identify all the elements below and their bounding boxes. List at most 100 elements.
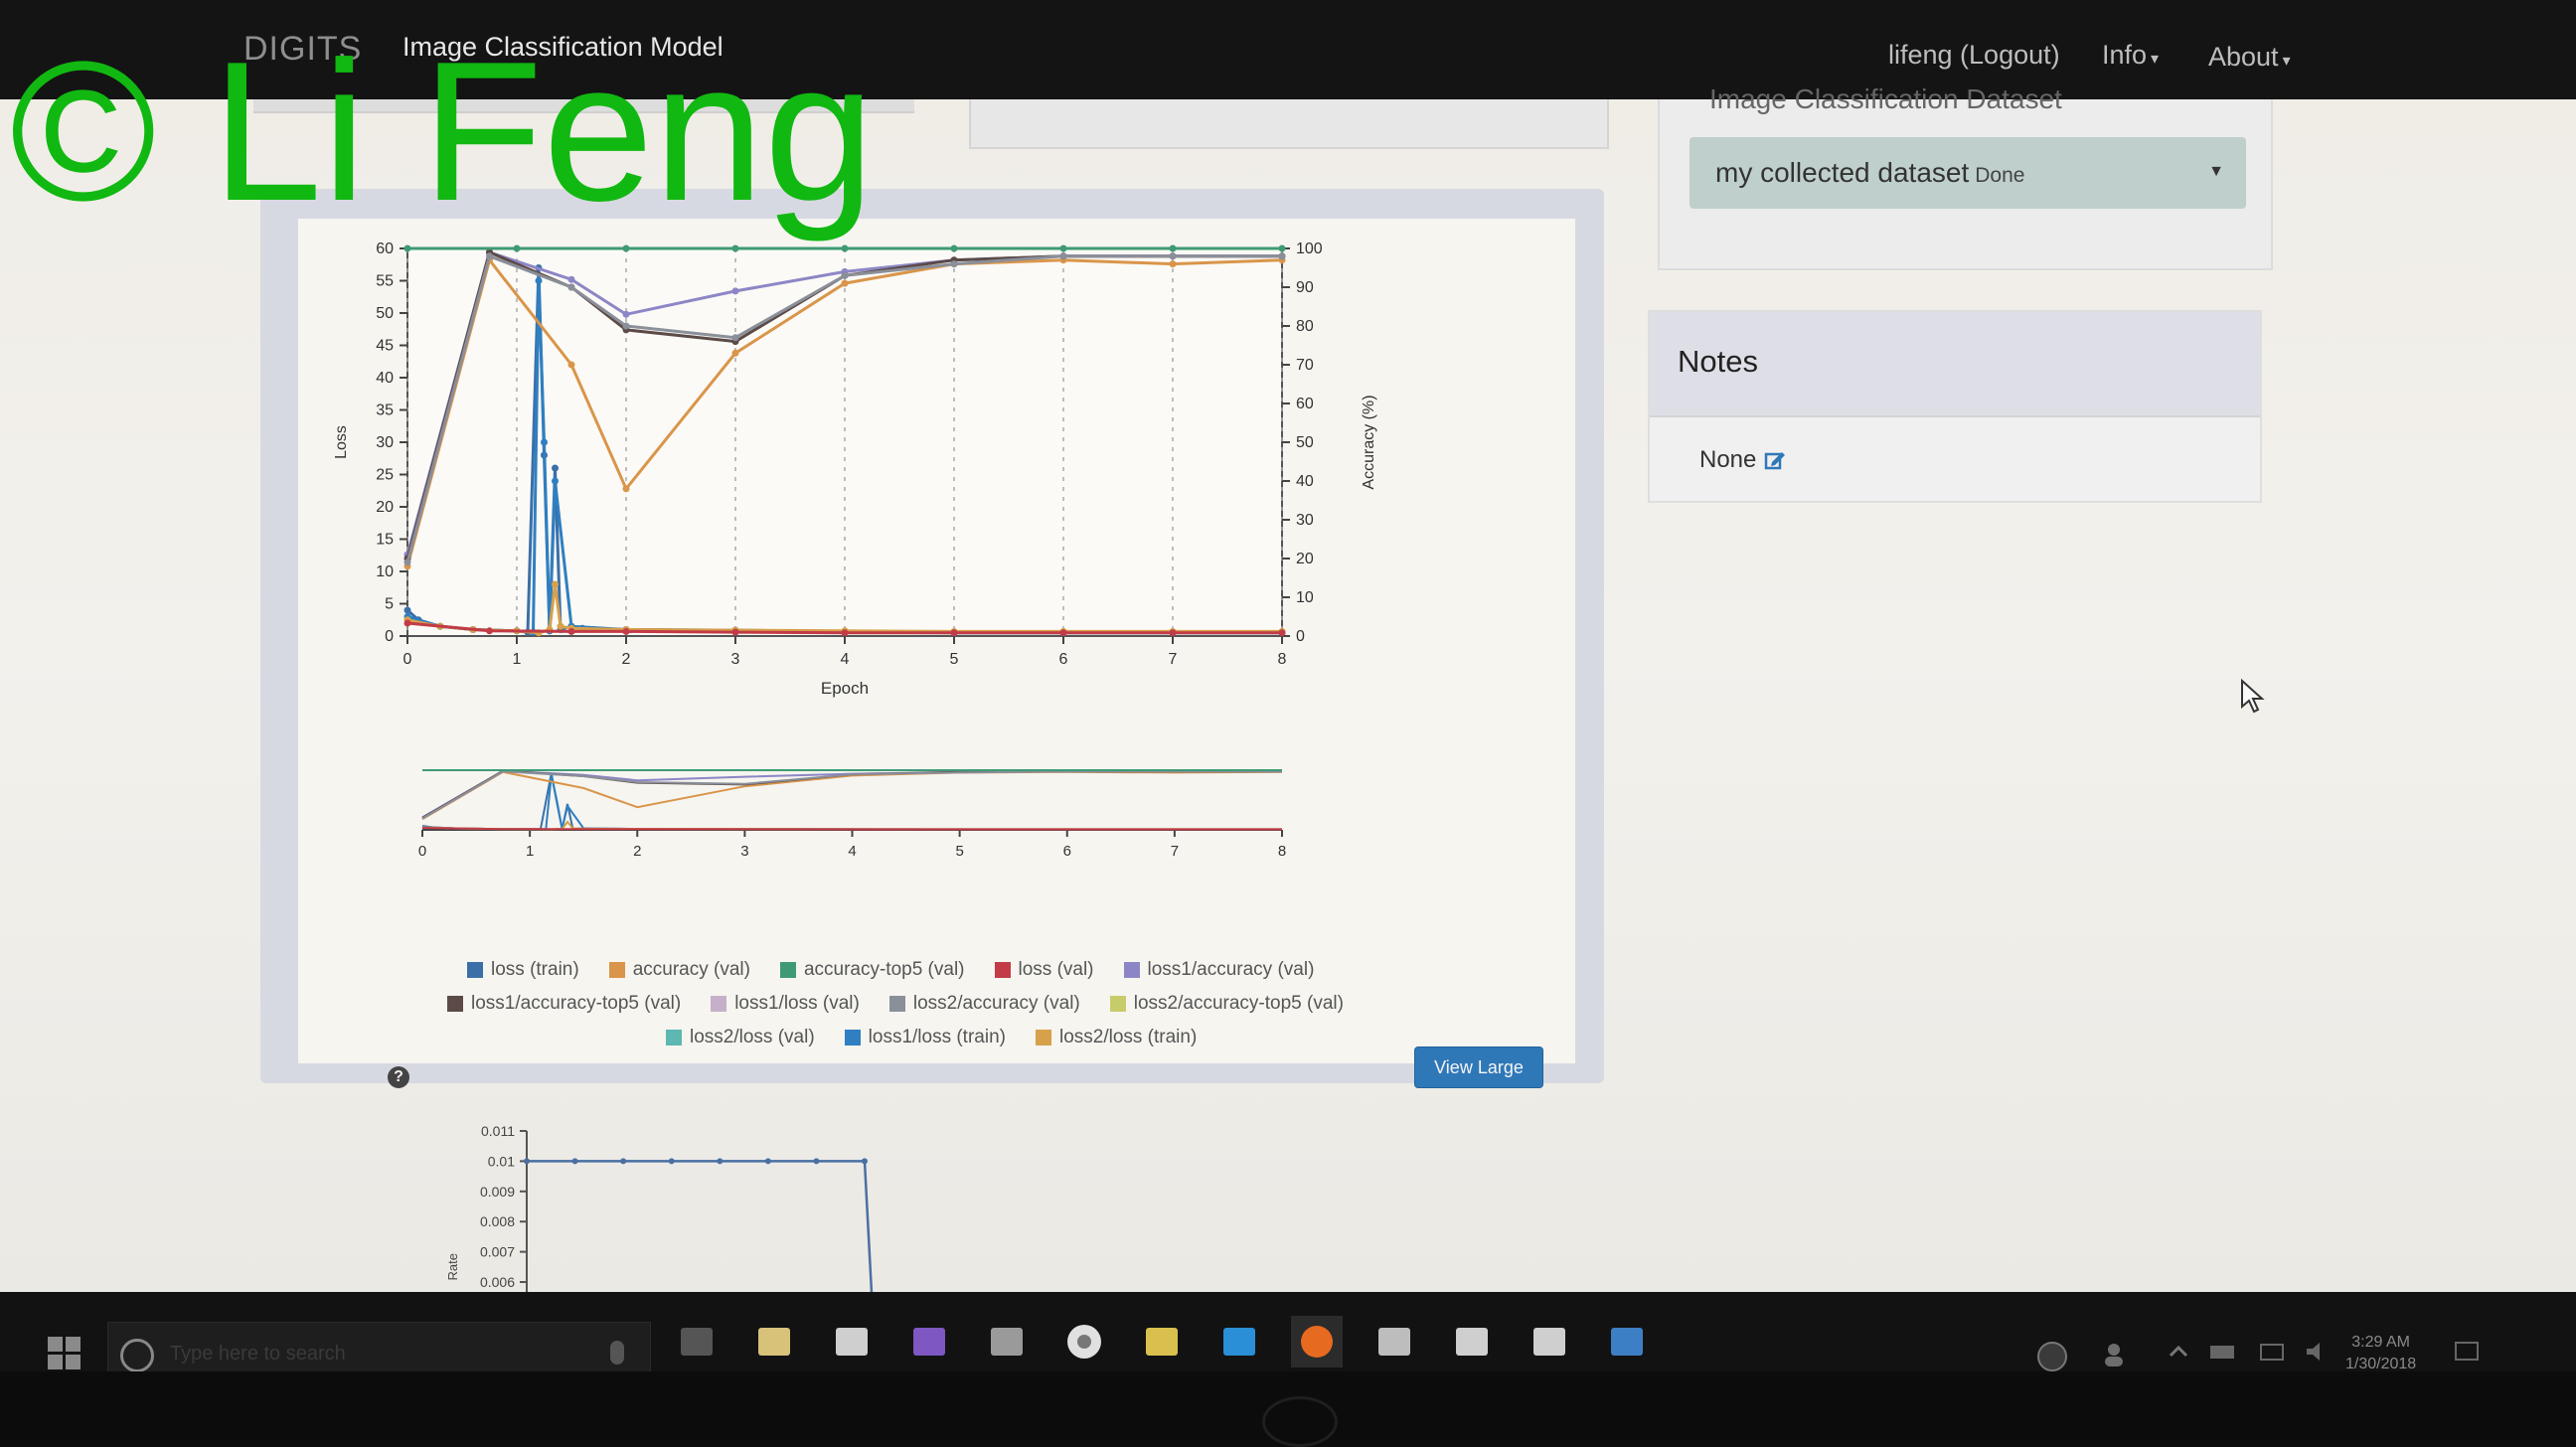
photo-app-icon[interactable] bbox=[1368, 1316, 1420, 1367]
overview-tick-label: 3 bbox=[740, 843, 748, 860]
dataset-panel: Image Classification Dataset my collecte… bbox=[1658, 83, 2273, 270]
y-axis-label: Loss bbox=[333, 425, 350, 459]
legend-item[interactable]: accuracy (val) bbox=[608, 959, 750, 981]
legend-item[interactable]: loss1/loss (val) bbox=[711, 993, 860, 1015]
notes-title: Notes bbox=[1678, 344, 1758, 379]
legend-swatch bbox=[711, 996, 727, 1012]
document-app-icon[interactable] bbox=[1446, 1316, 1498, 1367]
battery-icon[interactable] bbox=[2208, 1340, 2238, 1368]
y-tick-label: 50 bbox=[376, 305, 394, 322]
legend-swatch bbox=[666, 1030, 682, 1045]
data-point bbox=[1278, 244, 1286, 252]
lr-y-tick-label: 0.008 bbox=[480, 1213, 515, 1229]
x-axis-label: Epoch bbox=[821, 679, 869, 698]
overview-tick-label: 8 bbox=[1278, 843, 1286, 860]
legend-swatch bbox=[1123, 962, 1140, 978]
y-tick-label: 40 bbox=[376, 370, 394, 387]
legend-item[interactable]: loss1/loss (train) bbox=[844, 1027, 1006, 1048]
legend-label: loss1/loss (val) bbox=[734, 993, 860, 1014]
mouse-cursor-icon bbox=[2241, 679, 2265, 714]
notes-panel: Notes None bbox=[1648, 310, 2262, 503]
y2-tick-label: 80 bbox=[1296, 318, 1314, 335]
logout-link[interactable]: lifeng (Logout) bbox=[1888, 40, 2060, 71]
dataset-select[interactable]: my collected dataset Done ▼ bbox=[1690, 137, 2246, 209]
x-tick-label: 2 bbox=[622, 651, 631, 668]
data-point bbox=[731, 349, 739, 357]
data-point bbox=[622, 485, 630, 493]
y2-tick-label: 10 bbox=[1296, 589, 1314, 606]
legend-item[interactable]: loss (train) bbox=[467, 959, 579, 981]
data-point bbox=[731, 287, 739, 295]
data-point bbox=[1278, 252, 1286, 260]
puzzle-app-icon[interactable] bbox=[1136, 1316, 1188, 1367]
action-center-icon[interactable] bbox=[2453, 1340, 2483, 1372]
data-point bbox=[552, 580, 559, 588]
legend-item[interactable]: loss1/accuracy-top5 (val) bbox=[447, 993, 681, 1015]
pdf-app-icon[interactable] bbox=[1524, 1316, 1575, 1367]
data-point bbox=[1169, 252, 1177, 260]
lr-y-tick-label: 0.01 bbox=[488, 1153, 515, 1169]
visual-studio-icon[interactable] bbox=[903, 1316, 955, 1367]
people-icon[interactable] bbox=[2099, 1340, 2129, 1374]
edit-icon[interactable] bbox=[1764, 449, 1786, 471]
legend-item[interactable]: loss (val) bbox=[994, 959, 1094, 981]
y2-tick-label: 60 bbox=[1296, 396, 1314, 412]
legend-item[interactable]: loss2/loss (val) bbox=[666, 1027, 815, 1048]
legend-label: loss2/loss (train) bbox=[1058, 1027, 1198, 1047]
overview-tick-label: 4 bbox=[848, 843, 856, 860]
y2-tick-label: 40 bbox=[1296, 473, 1314, 490]
taskbar-clock[interactable]: 3:29 AM 1/30/2018 bbox=[2345, 1332, 2416, 1375]
y2-tick-label: 0 bbox=[1296, 628, 1305, 645]
chrome-icon[interactable] bbox=[1058, 1316, 1110, 1367]
help-icon[interactable]: ? bbox=[388, 1066, 409, 1088]
data-point bbox=[567, 361, 575, 369]
volume-icon[interactable] bbox=[2304, 1340, 2334, 1368]
x-tick-label: 3 bbox=[731, 651, 740, 668]
windows-start-icon[interactable] bbox=[48, 1337, 81, 1370]
dataset-selected: my collected dataset Done bbox=[1715, 157, 2024, 189]
legend-item[interactable]: loss2/accuracy-top5 (val) bbox=[1109, 993, 1344, 1015]
info-menu[interactable]: Info ▾ bbox=[2102, 40, 2159, 71]
hp-logo bbox=[1262, 1396, 1338, 1447]
caret-down-icon: ▾ bbox=[2282, 53, 2291, 70]
wifi-icon[interactable] bbox=[2258, 1340, 2288, 1368]
legend-label: accuracy (val) bbox=[632, 959, 750, 980]
overview-tick-label: 1 bbox=[526, 843, 534, 860]
overview-tick-label: 5 bbox=[955, 843, 963, 860]
task-view-icon[interactable] bbox=[671, 1316, 723, 1367]
legend-swatch bbox=[467, 962, 483, 978]
y2-tick-label: 20 bbox=[1296, 551, 1314, 567]
data-point bbox=[841, 279, 849, 287]
lr-data-point bbox=[717, 1158, 724, 1165]
y-tick-label: 30 bbox=[376, 434, 394, 451]
store-bag-icon[interactable] bbox=[826, 1316, 878, 1367]
data-point bbox=[486, 627, 493, 635]
lr-drop-line bbox=[863, 1161, 875, 1312]
data-point bbox=[1059, 629, 1067, 637]
calculator-icon[interactable] bbox=[981, 1316, 1033, 1367]
legend-swatch bbox=[1109, 996, 1126, 1012]
microphone-icon[interactable] bbox=[610, 1341, 624, 1365]
file-explorer-icon[interactable] bbox=[748, 1316, 800, 1367]
remote-app-icon[interactable] bbox=[1601, 1316, 1653, 1367]
graph-area: 0 1 2 3 4 5 6 7 8 0 5 10 15 20 25 30 35 40 45 50 55 60 0 10 20 30… bbox=[298, 219, 1575, 1063]
lr-y-axis-label: Rate bbox=[445, 1253, 460, 1280]
data-point bbox=[567, 627, 575, 635]
lr-data-point bbox=[813, 1158, 820, 1165]
about-menu[interactable]: About ▾ bbox=[2208, 42, 2291, 73]
firefox-icon[interactable] bbox=[1291, 1316, 1343, 1367]
legend-item[interactable]: loss2/accuracy (val) bbox=[888, 993, 1080, 1015]
view-large-button[interactable]: View Large bbox=[1414, 1046, 1543, 1088]
legend-item[interactable]: loss1/accuracy (val) bbox=[1123, 959, 1315, 981]
legend-label: loss1/accuracy (val) bbox=[1147, 959, 1315, 980]
overview-tick-label: 2 bbox=[633, 843, 641, 860]
legend-item[interactable]: accuracy-top5 (val) bbox=[779, 959, 965, 981]
overview-tick-label: 0 bbox=[418, 843, 426, 860]
search-placeholder: Type here to search bbox=[170, 1343, 346, 1365]
legend-swatch bbox=[844, 1030, 861, 1045]
chevron-up-icon[interactable] bbox=[2167, 1340, 2190, 1368]
legend-item[interactable]: loss2/loss (train) bbox=[1035, 1027, 1198, 1048]
y2-axis-label: Accuracy (%) bbox=[1361, 395, 1377, 489]
edge-icon[interactable] bbox=[1213, 1316, 1265, 1367]
y-tick-label: 45 bbox=[376, 338, 394, 355]
